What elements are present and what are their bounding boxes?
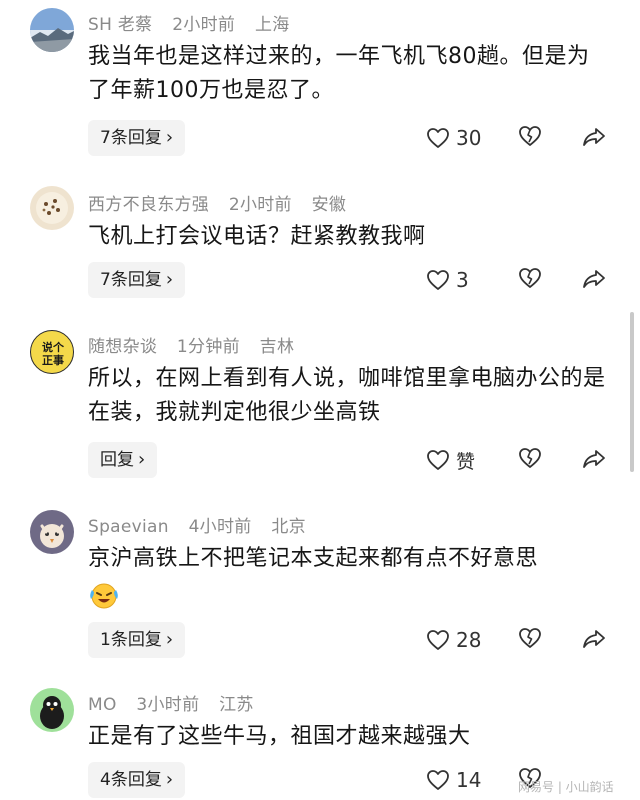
chevron-right-icon: › — [138, 449, 146, 470]
reply-button[interactable]: 回复 › — [88, 442, 158, 478]
like-count: 30 — [456, 126, 482, 150]
username[interactable]: SH 老蔡 — [88, 15, 152, 35]
avatar[interactable] — [30, 688, 74, 732]
username[interactable]: Spaevian — [88, 517, 169, 537]
comment-actions: 28 — [420, 622, 620, 658]
view-replies-button[interactable]: 7条回复 › — [88, 262, 186, 298]
timestamp: 3小时前 — [136, 695, 200, 715]
username[interactable]: MO — [88, 695, 117, 715]
dislike-button[interactable] — [518, 267, 542, 293]
like-button[interactable]: 30 — [426, 120, 481, 156]
like-button[interactable]: 3 — [426, 262, 469, 298]
like-button[interactable]: 赞 — [426, 442, 475, 478]
location: 安徽 — [311, 195, 347, 215]
share-icon — [583, 128, 605, 146]
avatar[interactable] — [30, 186, 74, 230]
location: 北京 — [271, 517, 306, 537]
avatar-text: 说个 — [42, 340, 65, 354]
scrollbar[interactable] — [630, 312, 634, 472]
avatar[interactable] — [30, 8, 74, 52]
heart-icon — [427, 128, 449, 148]
avatar-text: 正事 — [42, 353, 64, 367]
share-button[interactable] — [582, 628, 606, 654]
comment-meta: Spaevian 4小时前 北京 — [88, 512, 320, 537]
comment-text: 京沪高铁上不把笔记本支起来都有点不好意思 — [88, 546, 539, 571]
share-icon — [583, 630, 605, 648]
view-replies-button[interactable]: 1条回复 › — [88, 622, 186, 658]
comment-meta: 西方不良东方强 2小时前 安徽 — [88, 190, 360, 215]
reply-label: 7条回复 — [100, 128, 162, 148]
heart-icon — [427, 450, 449, 470]
timestamp: 1分钟前 — [176, 337, 240, 357]
chevron-right-icon: › — [165, 127, 174, 148]
like-count: 14 — [456, 768, 482, 792]
share-icon — [583, 270, 605, 288]
reply-label: 4条回复 — [100, 770, 162, 790]
avatar[interactable] — [30, 510, 74, 554]
chevron-right-icon: › — [165, 269, 174, 290]
comment-actions: 赞 — [420, 442, 620, 478]
reply-label: 回复 — [100, 450, 134, 470]
broken-heart-icon — [519, 628, 541, 648]
comment-actions: 3 — [420, 262, 620, 298]
broken-heart-icon — [519, 126, 541, 146]
like-count: 3 — [456, 268, 469, 292]
location: 江苏 — [219, 695, 254, 715]
comment-text: 我当年也是这样过来的，一年飞机飞80趟。但是为了年薪100万也是忍了。 — [88, 44, 590, 103]
like-count: 赞 — [456, 450, 476, 473]
watermark: 网易号 | 小山韵话 — [518, 780, 614, 794]
share-button[interactable] — [582, 448, 606, 474]
timestamp: 4小时前 — [188, 517, 252, 537]
dislike-button[interactable] — [518, 627, 542, 653]
avatar[interactable]: 说个 正事 — [30, 330, 74, 374]
share-icon — [583, 450, 605, 468]
location: 吉林 — [259, 337, 295, 357]
heart-icon — [427, 630, 449, 650]
timestamp: 2小时前 — [228, 195, 292, 215]
comment-text: 正是有了这些牛马，祖国才越来越强大 — [88, 724, 471, 749]
like-count: 28 — [456, 628, 482, 652]
reply-label: 1条回复 — [100, 630, 162, 650]
like-button[interactable]: 14 — [426, 762, 481, 798]
laughing-crying-emoji-icon — [88, 580, 120, 614]
chevron-right-icon: › — [165, 769, 174, 790]
heart-icon — [427, 770, 449, 790]
share-button[interactable] — [582, 268, 606, 294]
comment-meta: MO 3小时前 江苏 — [88, 690, 268, 715]
like-button[interactable]: 28 — [426, 622, 481, 658]
comment-actions: 30 — [420, 120, 620, 156]
share-button[interactable] — [582, 126, 606, 152]
username[interactable]: 随想杂谈 — [88, 337, 157, 357]
comment-text: 所以，在网上看到有人说，咖啡馆里拿电脑办公的是在装，我就判定他很少坐高铁 — [88, 366, 606, 425]
comment-meta: 随想杂谈 1分钟前 吉林 — [88, 332, 308, 357]
reply-label: 7条回复 — [100, 270, 162, 290]
comment-text: 飞机上打会议电话？赶紧教教我啊 — [88, 224, 426, 249]
dislike-button[interactable] — [518, 125, 542, 151]
heart-icon — [427, 270, 449, 290]
dislike-button[interactable] — [518, 447, 542, 473]
comment-meta: SH 老蔡 2小时前 上海 — [88, 10, 304, 35]
location: 上海 — [254, 15, 290, 35]
view-replies-button[interactable]: 7条回复 › — [88, 120, 186, 156]
timestamp: 2小时前 — [172, 15, 236, 35]
chevron-right-icon: › — [165, 629, 174, 650]
broken-heart-icon — [519, 268, 541, 288]
username[interactable]: 西方不良东方强 — [88, 195, 209, 215]
broken-heart-icon — [519, 448, 541, 468]
view-replies-button[interactable]: 4条回复 › — [88, 762, 186, 798]
